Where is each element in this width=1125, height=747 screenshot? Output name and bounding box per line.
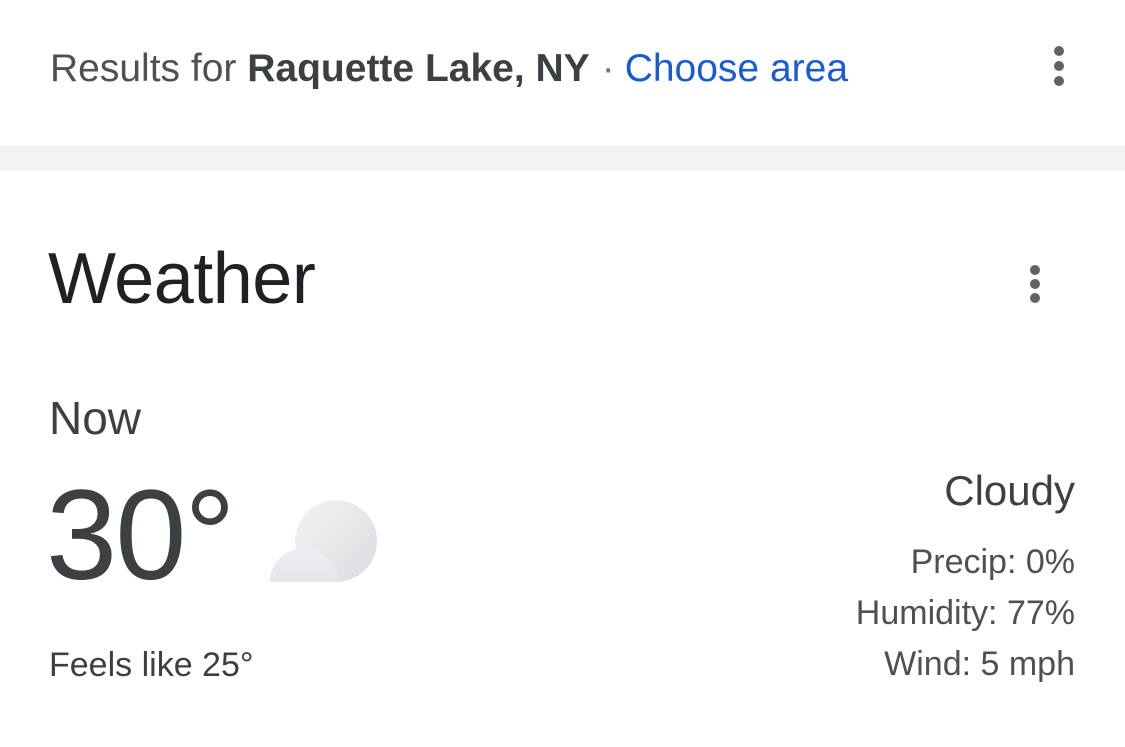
section-divider	[0, 146, 1125, 171]
humidity: Humidity: 77%	[855, 594, 1075, 632]
results-location: Raquette Lake, NY	[247, 47, 590, 90]
now-label: Now	[49, 392, 142, 444]
wind: Wind: 5 mph	[884, 645, 1075, 683]
results-separator: ·	[601, 47, 615, 90]
weather-details: Precip: 0% Humidity: 77% Wind: 5 mph	[856, 537, 1075, 690]
feels-like: Feels like 25°	[49, 646, 254, 684]
weather-condition: Cloudy	[944, 467, 1075, 514]
choose-area-link[interactable]: Choose area	[625, 47, 848, 90]
results-more-options-icon[interactable]	[1044, 46, 1074, 86]
weather-more-options-icon[interactable]	[1020, 265, 1050, 303]
precipitation: Precip: 0%	[910, 543, 1075, 581]
results-prefix: Results for	[50, 47, 237, 90]
cloudy-icon	[270, 500, 377, 582]
weather-title: Weather	[48, 239, 316, 319]
search-results-page: Results for Raquette Lake, NY · Choose are…	[0, 0, 1125, 747]
results-header: Results for Raquette Lake, NY · Choose are…	[0, 0, 1125, 145]
current-temperature: 30°	[46, 464, 236, 607]
results-location-line: Results for Raquette Lake, NY · Choose are…	[50, 44, 848, 94]
